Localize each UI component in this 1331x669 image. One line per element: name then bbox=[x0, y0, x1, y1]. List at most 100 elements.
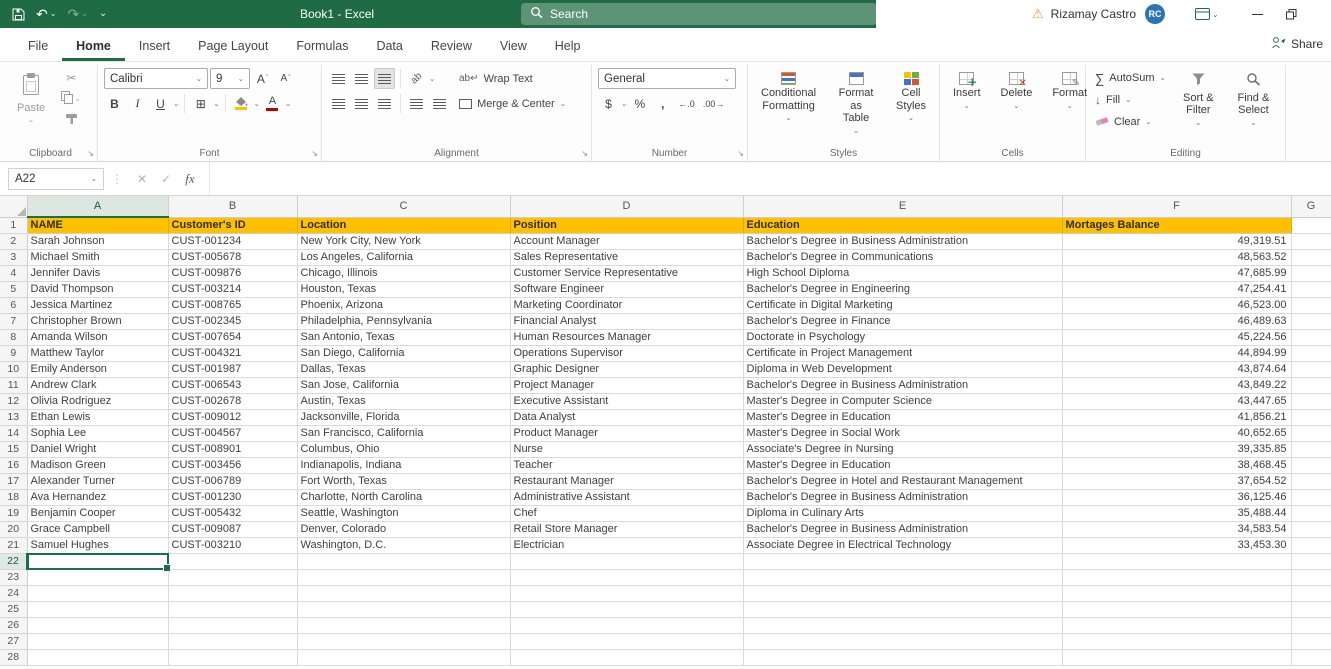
cell[interactable] bbox=[1291, 233, 1331, 250]
cell[interactable] bbox=[510, 569, 744, 586]
tab-home[interactable]: Home bbox=[62, 30, 125, 61]
cell[interactable]: Product Manager bbox=[510, 425, 744, 442]
cell[interactable] bbox=[168, 569, 298, 586]
cell[interactable]: CUST-009087 bbox=[168, 521, 298, 538]
cell[interactable] bbox=[1291, 521, 1331, 538]
cell[interactable] bbox=[168, 553, 298, 570]
cell[interactable]: CUST-001234 bbox=[168, 233, 298, 250]
cell[interactable]: CUST-006789 bbox=[168, 473, 298, 490]
column-header-C[interactable]: C bbox=[297, 196, 511, 218]
cell[interactable]: 40,652.65 bbox=[1062, 425, 1292, 442]
row-header-21[interactable]: 21 bbox=[0, 537, 28, 554]
cell[interactable] bbox=[1291, 457, 1331, 474]
cell[interactable]: Restaurant Manager bbox=[510, 473, 744, 490]
cell[interactable]: CUST-005432 bbox=[168, 505, 298, 522]
cell[interactable]: CUST-002678 bbox=[168, 393, 298, 410]
ribbon-display-options-icon[interactable]: ⌄ bbox=[1195, 8, 1219, 20]
cell[interactable] bbox=[743, 553, 1063, 570]
cell[interactable]: Washington, D.C. bbox=[297, 537, 511, 554]
cell[interactable]: Charlotte, North Carolina bbox=[297, 489, 511, 506]
cell[interactable]: 45,224.56 bbox=[1062, 329, 1292, 346]
cell[interactable]: Customer Service Representative bbox=[510, 265, 744, 282]
cell[interactable] bbox=[1291, 601, 1331, 618]
cell[interactable]: 37,654.52 bbox=[1062, 473, 1292, 490]
cell[interactable] bbox=[743, 649, 1063, 666]
cell[interactable] bbox=[1291, 393, 1331, 410]
formula-input[interactable] bbox=[209, 162, 1331, 195]
cell[interactable]: 46,489.63 bbox=[1062, 313, 1292, 330]
table-header-cell[interactable]: Customer's ID bbox=[168, 217, 298, 234]
cell[interactable]: Certificate in Digital Marketing bbox=[743, 297, 1063, 314]
row-header-12[interactable]: 12 bbox=[0, 393, 28, 410]
align-right-icon[interactable] bbox=[374, 93, 395, 114]
cell[interactable]: Houston, Texas bbox=[297, 281, 511, 298]
row-header-23[interactable]: 23 bbox=[0, 569, 28, 586]
cell[interactable] bbox=[297, 553, 511, 570]
cell[interactable]: Madison Green bbox=[27, 457, 169, 474]
font-dialog-launcher-icon[interactable]: ↘ bbox=[311, 149, 318, 158]
cell[interactable]: Bachelor's Degree in Communications bbox=[743, 249, 1063, 266]
tab-help[interactable]: Help bbox=[541, 30, 595, 61]
cell[interactable]: Christopher Brown bbox=[27, 313, 169, 330]
row-header-5[interactable]: 5 bbox=[0, 281, 28, 298]
orientation-icon[interactable]: ab bbox=[406, 68, 427, 89]
cell[interactable]: Bachelor's Degree in Business Administra… bbox=[743, 233, 1063, 250]
tab-data[interactable]: Data bbox=[362, 30, 416, 61]
cell[interactable]: San Diego, California bbox=[297, 345, 511, 362]
cell[interactable] bbox=[1291, 425, 1331, 442]
comma-style-icon[interactable]: , bbox=[652, 93, 673, 114]
table-header-cell[interactable]: Mortages Balance bbox=[1062, 217, 1292, 234]
fill-button[interactable]: ↓ Fill ⌄ bbox=[1092, 90, 1169, 110]
cell[interactable]: 36,125.46 bbox=[1062, 489, 1292, 506]
sort-filter-button[interactable]: Sort & Filter ⌄ bbox=[1175, 68, 1222, 132]
cell[interactable] bbox=[1062, 569, 1292, 586]
cell[interactable]: Jennifer Davis bbox=[27, 265, 169, 282]
cell[interactable] bbox=[168, 617, 298, 634]
cell[interactable]: Electrician bbox=[510, 537, 744, 554]
clear-button[interactable]: Clear ⌄ bbox=[1092, 112, 1169, 132]
cell[interactable]: Philadelphia, Pennsylvania bbox=[297, 313, 511, 330]
column-header-E[interactable]: E bbox=[743, 196, 1063, 218]
cell[interactable]: High School Diploma bbox=[743, 265, 1063, 282]
row-header-27[interactable]: 27 bbox=[0, 633, 28, 650]
cell[interactable]: Doctorate in Psychology bbox=[743, 329, 1063, 346]
customize-qat-icon[interactable]: ⌄ bbox=[99, 9, 107, 19]
cell[interactable] bbox=[1291, 585, 1331, 602]
paste-button[interactable]: Paste ⌄ bbox=[10, 68, 52, 130]
cell[interactable] bbox=[1062, 601, 1292, 618]
cell[interactable]: 49,319.51 bbox=[1062, 233, 1292, 250]
row-header-14[interactable]: 14 bbox=[0, 425, 28, 442]
cell[interactable]: Sales Representative bbox=[510, 249, 744, 266]
insert-cells-button[interactable]: ＋ Insert ⌄ bbox=[946, 68, 988, 113]
cell[interactable]: Sophia Lee bbox=[27, 425, 169, 442]
cell[interactable] bbox=[297, 601, 511, 618]
cell[interactable] bbox=[1291, 313, 1331, 330]
tab-view[interactable]: View bbox=[486, 30, 541, 61]
cell[interactable] bbox=[1291, 617, 1331, 634]
bold-button[interactable]: B bbox=[104, 93, 125, 114]
row-header-9[interactable]: 9 bbox=[0, 345, 28, 362]
cell[interactable]: Executive Assistant bbox=[510, 393, 744, 410]
number-dialog-launcher-icon[interactable]: ↘ bbox=[737, 149, 744, 158]
cell[interactable] bbox=[1062, 649, 1292, 666]
cell[interactable] bbox=[297, 569, 511, 586]
save-icon[interactable] bbox=[12, 8, 25, 21]
cell[interactable] bbox=[297, 585, 511, 602]
italic-button[interactable]: I bbox=[127, 93, 148, 114]
cell[interactable]: Master's Degree in Education bbox=[743, 409, 1063, 426]
cell[interactable]: David Thompson bbox=[27, 281, 169, 298]
cell[interactable]: Benjamin Cooper bbox=[27, 505, 169, 522]
percent-style-icon[interactable]: % bbox=[629, 93, 650, 114]
cell[interactable]: CUST-007654 bbox=[168, 329, 298, 346]
cell[interactable]: CUST-008901 bbox=[168, 441, 298, 458]
select-all-corner[interactable] bbox=[0, 196, 28, 218]
align-top-icon[interactable] bbox=[328, 68, 349, 89]
cell[interactable] bbox=[1291, 265, 1331, 282]
cell[interactable]: Jacksonville, Florida bbox=[297, 409, 511, 426]
cell[interactable]: Data Analyst bbox=[510, 409, 744, 426]
column-header-F[interactable]: F bbox=[1062, 196, 1292, 218]
cell[interactable]: 43,874.64 bbox=[1062, 361, 1292, 378]
cell[interactable]: Samuel Hughes bbox=[27, 537, 169, 554]
cell[interactable]: 34,583.54 bbox=[1062, 521, 1292, 538]
row-header-20[interactable]: 20 bbox=[0, 521, 28, 538]
